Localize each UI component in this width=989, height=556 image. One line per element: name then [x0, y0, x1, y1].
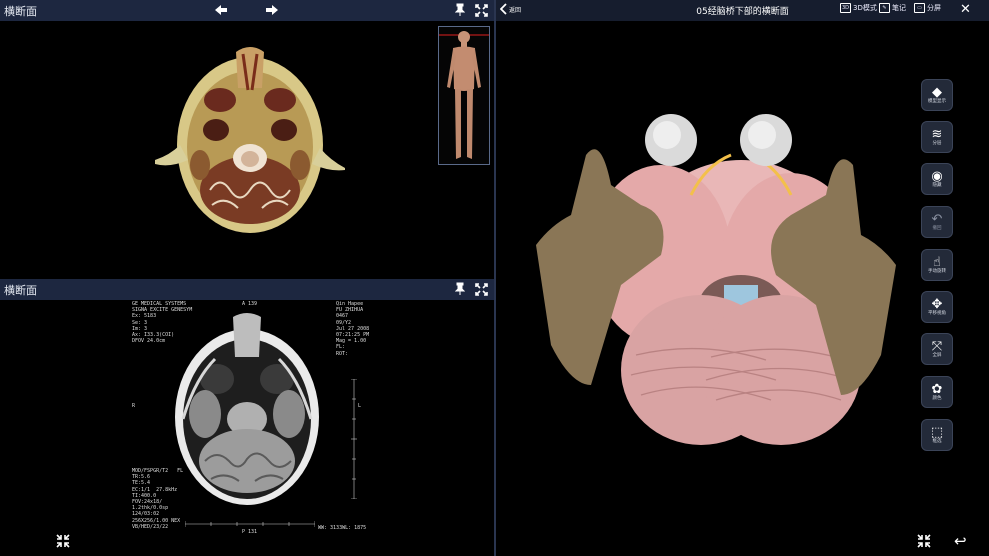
note-icon: ✎ [879, 3, 890, 13]
3d-brain-model [536, 114, 896, 445]
manual-rotate-button[interactable]: ☝ 手动旋转 [921, 249, 953, 281]
mri-image [175, 313, 319, 505]
expand-icon[interactable] [473, 2, 489, 18]
body-locator-thumbnail[interactable] [438, 26, 490, 165]
tool-label: 全屏 [932, 352, 942, 358]
select-box-icon: ⬚ [930, 424, 944, 440]
fullscreen-icon: ⤧ [931, 338, 943, 354]
mri-orientation-right: L [358, 403, 362, 409]
palette-icon: ✿ [931, 381, 943, 397]
cross-section-photo-pane: 横断面 [0, 0, 495, 278]
cross-section-image [155, 47, 345, 233]
touch-rotate-icon: ☝ [933, 254, 941, 270]
tool-label: 模型显示 [928, 98, 946, 104]
color-button[interactable]: ✿ 颜色 [921, 376, 953, 408]
return-icon[interactable]: ↩ [954, 532, 967, 550]
3d-toggle-icon: 3D [840, 3, 851, 13]
mri-info-bottom-right: WW: 3133WL: 1875 [318, 525, 367, 531]
tool-label: 颜色 [932, 395, 942, 401]
undo-icon: ↶ [931, 211, 943, 227]
mri-orientation-left: R [132, 403, 136, 409]
model-display-icon: ◆ [932, 84, 942, 100]
expand-icon[interactable] [473, 281, 489, 297]
layers-icon: ≋ [931, 126, 943, 142]
collapse-icon[interactable] [917, 533, 931, 552]
collapse-icon[interactable] [56, 533, 70, 552]
bottom-left-titlebar: 横断面 [0, 279, 495, 300]
pin-icon[interactable] [452, 2, 468, 18]
fullscreen-button[interactable]: ⤧ 全屏 [921, 333, 953, 365]
3d-mode-label: 3D模式 [853, 4, 877, 12]
split-label: 分屏 [927, 4, 941, 12]
box-select-button[interactable]: ⬚ 框选 [921, 419, 953, 451]
mri-scale-ruler [351, 379, 357, 499]
pane-title: 横断面 [4, 4, 37, 18]
arrow-left-icon[interactable] [213, 2, 229, 18]
arrow-right-icon[interactable] [264, 2, 280, 18]
pan-view-button[interactable]: ✥ 平移视角 [921, 291, 953, 323]
mri-info-top-center: A 139 [242, 301, 258, 307]
tool-label: 撤回 [932, 225, 942, 231]
tool-label: 框选 [932, 438, 942, 444]
3d-mode-button[interactable]: 3D 3D模式 [840, 3, 877, 13]
hide-button[interactable]: ◉ 隐藏 [921, 163, 953, 195]
pin-icon[interactable] [452, 281, 468, 297]
mri-info-bottom-center: P 131 [242, 529, 258, 535]
note-label: 笔记 [892, 4, 906, 12]
split-button[interactable]: ▭ 分屏 [914, 3, 941, 13]
tool-label: 分层 [932, 140, 942, 146]
eye-icon: ◉ [931, 168, 943, 184]
undo-button[interactable]: ↶ 撤回 [921, 206, 953, 238]
model-display-button[interactable]: ◆ 模型显示 [921, 79, 953, 111]
mri-horizontal-ruler [185, 521, 315, 527]
mri-info-top-right: Qin Hapee FU ZHIHUA 0467 09/Y2 Jul 27 20… [336, 301, 370, 357]
note-button[interactable]: ✎ 笔记 [879, 3, 906, 13]
move-icon: ✥ [931, 296, 943, 312]
mri-pane: 横断面 GE MEDICAL SYSTEMS SIGNA EXCITE GENE… [0, 279, 495, 556]
close-icon[interactable]: ✕ [960, 2, 971, 17]
tool-label: 隐藏 [932, 182, 942, 188]
tool-label: 平移视角 [928, 310, 946, 316]
tool-label: 手动旋转 [928, 268, 946, 274]
top-left-titlebar: 横断面 [0, 0, 495, 21]
pane-title: 横断面 [4, 283, 37, 297]
3d-model-pane: 返回 05经脑桥下部的横断面 3D 3D模式 ✎ 笔记 ▭ 分屏 ✕ ◆ 模型显… [496, 0, 989, 556]
right-titlebar: 返回 05经脑桥下部的横断面 3D 3D模式 ✎ 笔记 ▭ 分屏 ✕ [496, 0, 989, 21]
layout-icon: ▭ [914, 3, 925, 13]
layers-button[interactable]: ≋ 分层 [921, 121, 953, 153]
